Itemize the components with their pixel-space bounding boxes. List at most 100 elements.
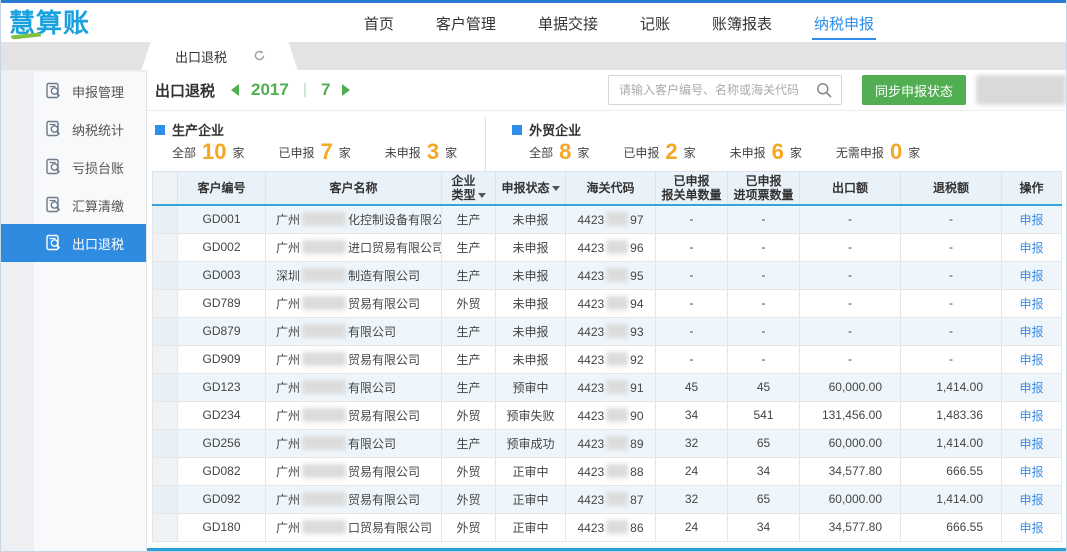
- row-select-cell[interactable]: [153, 261, 178, 289]
- refund-amount-cell: 1,414.00: [901, 485, 1002, 513]
- row-select-cell[interactable]: [153, 429, 178, 457]
- customs-code-cell: 442392: [566, 345, 656, 373]
- redacted-name-segment: [302, 520, 346, 534]
- header-declare-status[interactable]: 申报状态: [496, 172, 566, 206]
- search-icon[interactable]: [816, 82, 832, 98]
- declare-status-cell: 未申报: [496, 233, 566, 261]
- top-nav-item[interactable]: 首页: [362, 4, 396, 41]
- row-select-cell[interactable]: [153, 457, 178, 485]
- stat-value: 2: [665, 141, 677, 163]
- top-nav-item[interactable]: 记账: [638, 4, 672, 41]
- row-select-cell[interactable]: [153, 401, 178, 429]
- customer-id-cell: GD180: [178, 513, 266, 541]
- declare-link[interactable]: 申报: [1019, 353, 1043, 367]
- next-month-arrow-icon[interactable]: [342, 84, 350, 96]
- customer-name-cell: 广州化控制设备有限公司: [266, 205, 442, 233]
- declare-link[interactable]: 申报: [1019, 269, 1043, 283]
- declare-link[interactable]: 申报: [1019, 213, 1043, 227]
- declare-link[interactable]: 申报: [1019, 521, 1043, 535]
- stat-item: 全部 8 家: [529, 141, 589, 163]
- header-declared-forms: 已申报报关单数量: [656, 172, 728, 206]
- declare-link[interactable]: 申报: [1019, 297, 1043, 311]
- row-select-cell[interactable]: [153, 485, 178, 513]
- customer-id-cell: GD256: [178, 429, 266, 457]
- customer-name-prefix: 广州: [276, 381, 300, 395]
- header-customer-name: 客户名称: [266, 172, 442, 206]
- top-nav-item[interactable]: 客户管理: [434, 4, 498, 41]
- redacted-code-segment: [606, 520, 628, 534]
- declare-link[interactable]: 申报: [1019, 325, 1043, 339]
- sidebar-item[interactable]: 纳税统计: [34, 110, 146, 148]
- customer-id-cell: GD082: [178, 457, 266, 485]
- row-select-cell[interactable]: [153, 513, 178, 541]
- sidebar-item-icon: [45, 120, 63, 138]
- customer-name-prefix: 广州: [276, 297, 300, 311]
- sidebar-item[interactable]: 亏损台账: [34, 148, 146, 186]
- customs-code-cell: 442390: [566, 401, 656, 429]
- table-row: GD092 广州贸易有限公司 外贸 正审中 442387 32 65 60,00…: [153, 485, 1062, 513]
- customer-name-suffix: 贸易有限公司: [348, 409, 420, 423]
- declare-link[interactable]: 申报: [1019, 465, 1043, 479]
- row-select-cell[interactable]: [153, 373, 178, 401]
- declare-link[interactable]: 申报: [1019, 409, 1043, 423]
- top-nav-item[interactable]: 纳税申报: [812, 4, 876, 41]
- row-select-cell[interactable]: [153, 205, 178, 233]
- stat-unit: 家: [339, 144, 351, 161]
- blue-square-icon: [512, 125, 522, 135]
- customer-name-cell: 广州贸易有限公司: [266, 401, 442, 429]
- row-select-cell[interactable]: [153, 289, 178, 317]
- sync-status-button[interactable]: 同步申报状态: [862, 75, 966, 105]
- search-input[interactable]: [609, 83, 816, 97]
- declare-status-cell: 未申报: [496, 205, 566, 233]
- sidebar-item[interactable]: 申报管理: [34, 72, 146, 110]
- sidebar-item-label: 汇算清缴: [72, 196, 124, 215]
- row-select-cell[interactable]: [153, 317, 178, 345]
- tab-label: 出口退税: [175, 47, 227, 66]
- declared-invoices-cell: 34: [728, 457, 800, 485]
- row-select-cell[interactable]: [153, 233, 178, 261]
- brand-logo[interactable]: 慧算账: [1, 3, 104, 42]
- top-nav-item[interactable]: 账簿报表: [710, 4, 774, 41]
- bottom-scroll-line[interactable]: [147, 548, 1066, 551]
- tab-export-refund[interactable]: 出口退税: [153, 42, 286, 70]
- customs-code-suffix: 92: [630, 353, 643, 367]
- sidebar-item[interactable]: 汇算清缴: [34, 186, 146, 224]
- refresh-icon[interactable]: [253, 50, 266, 63]
- export-amount-cell: 131,456.00: [800, 401, 901, 429]
- prev-month-arrow-icon[interactable]: [231, 84, 239, 96]
- declare-link[interactable]: 申报: [1019, 437, 1043, 451]
- export-amount-cell: -: [800, 289, 901, 317]
- stat-group-title: 生产企业: [155, 120, 457, 139]
- enterprise-type-cell: 外贸: [442, 401, 496, 429]
- refund-amount-cell: 1,414.00: [901, 429, 1002, 457]
- sort-arrow-icon[interactable]: [478, 193, 486, 198]
- customer-name-cell: 广州有限公司: [266, 429, 442, 457]
- row-select-cell[interactable]: [153, 345, 178, 373]
- customer-name-cell: 广州口贸易有限公司: [266, 513, 442, 541]
- action-cell: 申报: [1002, 401, 1062, 429]
- declare-link[interactable]: 申报: [1019, 493, 1043, 507]
- stat-value: 3: [427, 141, 439, 163]
- sort-arrow-icon[interactable]: [552, 186, 560, 191]
- declared-invoices-cell: 65: [728, 429, 800, 457]
- stat-value: 6: [772, 141, 784, 163]
- customer-name-prefix: 深圳: [276, 269, 300, 283]
- customer-name-cell: 广州贸易有限公司: [266, 289, 442, 317]
- top-nav-item[interactable]: 单据交接: [536, 4, 600, 41]
- customs-code-suffix: 95: [630, 269, 643, 283]
- redacted-account-box: [976, 75, 1066, 105]
- export-amount-cell: -: [800, 345, 901, 373]
- customs-code-prefix: 4423: [577, 297, 604, 311]
- header-refund-amount: 退税额: [901, 172, 1002, 206]
- customs-code-prefix: 4423: [577, 493, 604, 507]
- redacted-name-segment: [302, 436, 346, 450]
- page-title: 出口退税: [155, 80, 215, 101]
- declare-link[interactable]: 申报: [1019, 381, 1043, 395]
- declare-link[interactable]: 申报: [1019, 241, 1043, 255]
- sidebar-item[interactable]: 出口退税: [1, 224, 146, 262]
- export-amount-cell: 60,000.00: [800, 485, 901, 513]
- header-enterprise-type[interactable]: 企业类型: [442, 172, 496, 206]
- stats-bar: 生产企业 全部 10 家 已申报 7: [147, 111, 1066, 171]
- declare-status-cell: 正审中: [496, 485, 566, 513]
- table-row: GD082 广州贸易有限公司 外贸 正审中 442388 24 34 34,57…: [153, 457, 1062, 485]
